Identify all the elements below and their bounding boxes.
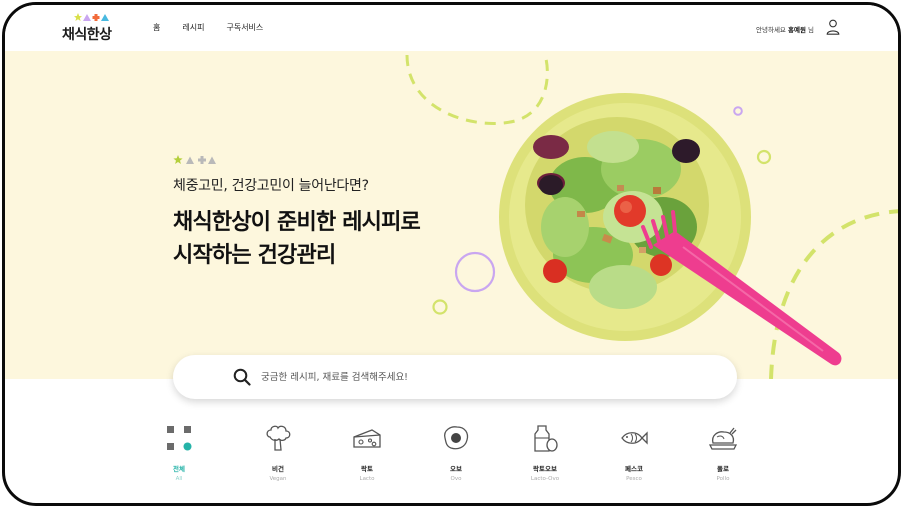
category-label: 오보 — [450, 465, 462, 473]
hero-title: 채식한상이 준비한 레시피로 시작하는 건강관리 — [173, 206, 421, 272]
egg-icon — [444, 426, 469, 450]
grid-icon — [167, 426, 192, 451]
chicken-icon — [708, 427, 738, 450]
category-all[interactable]: 전체 All — [144, 423, 214, 482]
category-sublabel: Lacto — [359, 476, 375, 482]
nav-item-home[interactable]: 홈 — [153, 22, 160, 33]
category-sublabel: Pollo — [716, 476, 730, 482]
user-profile-icon[interactable] — [826, 19, 840, 35]
user-greeting: 안녕하세요 홍예원 님 — [756, 24, 814, 34]
category-label: 전체 — [173, 465, 185, 473]
category-pesco[interactable]: 페스코 Pesco — [599, 423, 669, 482]
milk-egg-icon — [534, 425, 558, 452]
category-label: 비건 — [272, 465, 284, 473]
top-header: 채식한상 홈 레시피 구독서비스 안녕하세요 홍예원 님 — [5, 5, 898, 51]
greeting-suffix: 님 — [808, 26, 814, 34]
user-name: 홍예원 — [787, 26, 806, 34]
category-vegan[interactable]: 비건 Vegan — [243, 423, 313, 482]
salad-plate-illustration — [499, 93, 842, 366]
nav-item-recipes[interactable]: 레시피 — [182, 22, 204, 33]
category-label: 락토 — [361, 465, 373, 473]
category-lacto[interactable]: 락토 Lacto — [332, 423, 402, 482]
broccoli-icon — [266, 425, 291, 451]
category-label: 페스코 — [625, 465, 643, 473]
search-bar[interactable] — [173, 355, 737, 399]
category-pollo[interactable]: 폴로 Pollo — [688, 423, 758, 482]
brand-logo[interactable]: 채식한상 — [62, 13, 122, 45]
hero-subtitle: 체중고민, 건강고민이 늘어난다면? — [173, 178, 369, 194]
logo-marks-icon — [74, 13, 109, 21]
search-input[interactable] — [261, 365, 701, 389]
hero-marks-icon — [173, 155, 216, 164]
category-sublabel: Vegan — [269, 476, 287, 482]
fish-icon — [621, 431, 648, 445]
hero-title-line2: 시작하는 건강관리 — [173, 243, 336, 268]
category-sublabel: Ovo — [450, 476, 462, 482]
hero-title-line1: 채식한상이 준비한 레시피로 — [173, 210, 421, 235]
category-lacto-ovo[interactable]: 락토오보 Lacto-Ovo — [510, 423, 580, 482]
nav-item-subscription[interactable]: 구독서비스 — [226, 22, 263, 33]
category-sublabel: All — [175, 476, 183, 482]
cheese-icon — [353, 429, 381, 448]
hero-banner: 체중고민, 건강고민이 늘어난다면? 채식한상이 준비한 레시피로 시작하는 건… — [5, 51, 898, 379]
main-nav: 홈 레시피 구독서비스 — [153, 22, 263, 33]
category-label: 락토오보 — [533, 465, 557, 473]
category-ovo[interactable]: 오보 Ovo — [421, 423, 491, 482]
search-icon[interactable] — [233, 368, 251, 386]
greeting-prefix: 안녕하세요 — [756, 26, 786, 34]
logo-text: 채식한상 — [62, 27, 112, 43]
category-sublabel: Lacto-Ovo — [530, 476, 560, 482]
category-sublabel: Pesco — [626, 476, 642, 482]
diet-category-list: 전체 All 비건 Vegan 락토 Lacto 오보 Ovo 락토오보 Lac… — [154, 423, 764, 493]
app-frame: 채식한상 홈 레시피 구독서비스 안녕하세요 홍예원 님 체중고민, 건강고민이… — [2, 2, 901, 506]
category-label: 폴로 — [717, 465, 729, 473]
